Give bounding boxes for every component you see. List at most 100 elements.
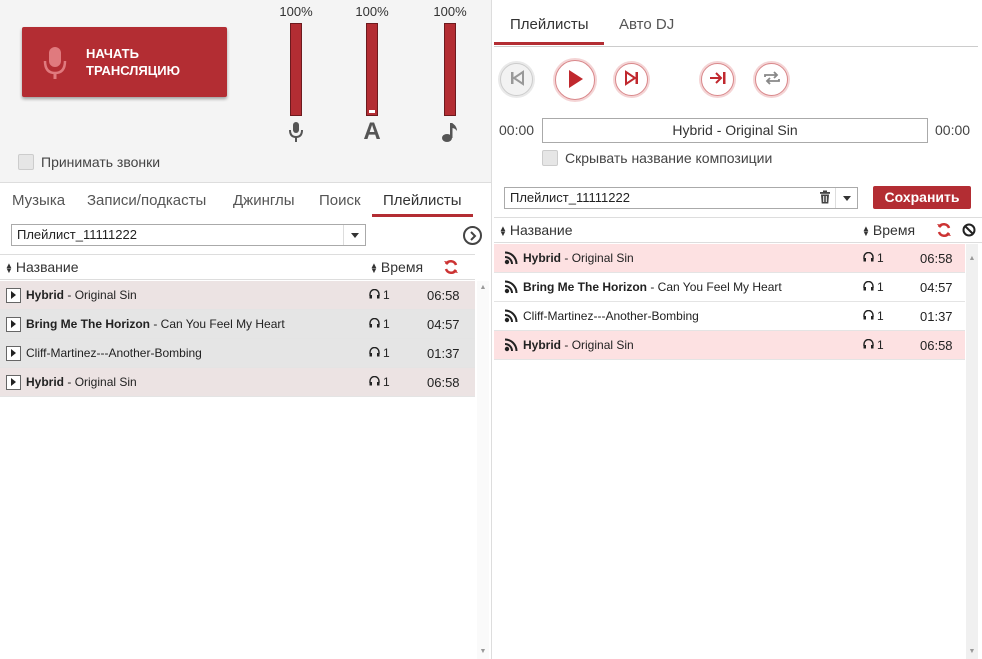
scroll-up-icon[interactable]: ▲ xyxy=(966,252,978,264)
track-title: Cliff-Martinez---Another-Bombing xyxy=(26,346,202,360)
meter-bar[interactable] xyxy=(444,23,456,116)
name-column-header[interactable]: ▲ ▼ Название xyxy=(5,259,78,275)
table-row[interactable]: Bring Me The Horizon - Can You Feel My H… xyxy=(494,273,965,302)
right-playlist-select[interactable]: Плейлист_11111222 xyxy=(504,187,858,209)
meter-percent: 100% xyxy=(355,4,389,19)
left-playlist-select[interactable]: Плейлист_11111222 xyxy=(11,224,366,246)
table-row[interactable]: Bring Me The Horizon - Can You Feel My H… xyxy=(0,310,475,339)
left-scrollbar[interactable]: ▲ ▼ xyxy=(477,281,489,659)
play-icon[interactable] xyxy=(6,345,21,361)
name-column-header[interactable]: ▲ ▼ Название xyxy=(499,222,572,238)
listens-count: 1 xyxy=(863,309,884,323)
tab-search[interactable]: Поиск xyxy=(319,192,361,209)
tab-music[interactable]: Музыка xyxy=(12,192,65,209)
microphone-icon xyxy=(42,45,68,84)
accept-calls-checkbox[interactable]: Принимать звонки xyxy=(18,154,160,170)
table-row[interactable]: Hybrid - Original Sin 1 06:58 xyxy=(0,368,475,397)
track-title: Hybrid - Original Sin xyxy=(26,288,137,302)
track-duration: 06:58 xyxy=(427,374,460,390)
volume-meter-microphone[interactable]: 100% xyxy=(271,4,321,144)
skip-next-icon xyxy=(624,70,640,89)
track-title: Hybrid - Original Sin xyxy=(523,251,634,265)
tab-auto-dj[interactable]: Авто DJ xyxy=(619,16,674,33)
refresh-icon[interactable] xyxy=(936,222,952,241)
clear-playlist-icon[interactable] xyxy=(962,223,976,240)
repeat-button[interactable] xyxy=(755,63,788,96)
tab-playlists[interactable]: Плейлисты xyxy=(383,192,462,209)
tab-jingles[interactable]: Джинглы xyxy=(233,192,295,209)
meter-bar[interactable] xyxy=(290,23,302,116)
right-scrollbar[interactable]: ▲ ▼ xyxy=(966,244,978,659)
listens-count: 1 xyxy=(863,338,884,352)
selected-playlist: Плейлист_11111222 xyxy=(510,190,630,205)
track-duration: 04:57 xyxy=(427,316,460,332)
play-button[interactable] xyxy=(555,60,595,100)
listens-count: 1 xyxy=(369,346,390,360)
volume-meter-auto[interactable]: 100% A xyxy=(347,4,397,145)
now-playing-title: Hybrid - Original Sin xyxy=(542,118,928,143)
table-row[interactable]: Cliff-Martinez---Another-Bombing 1 01:37 xyxy=(0,339,475,368)
track-duration: 04:57 xyxy=(920,279,953,295)
play-icon[interactable] xyxy=(6,287,21,303)
track-title: Bring Me The Horizon - Can You Feel My H… xyxy=(26,317,285,331)
track-duration: 06:58 xyxy=(427,287,460,303)
track-duration: 01:37 xyxy=(427,345,460,361)
listens-count: 1 xyxy=(369,375,390,389)
chevron-down-icon[interactable] xyxy=(343,225,365,245)
next-button[interactable] xyxy=(615,63,648,96)
headphones-icon xyxy=(863,280,874,294)
table-row[interactable]: Hybrid - Original Sin 1 06:58 xyxy=(494,331,965,360)
hide-title-checkbox[interactable]: Скрывать название композиции xyxy=(542,150,772,166)
headphones-icon xyxy=(369,317,380,331)
volume-meter-music[interactable]: 100% xyxy=(425,4,475,144)
scroll-down-icon[interactable]: ▼ xyxy=(477,645,489,657)
meter-percent: 100% xyxy=(433,4,467,19)
broadcast-icon xyxy=(504,338,518,352)
listens-count: 1 xyxy=(369,317,390,331)
fade-next-button[interactable] xyxy=(701,63,734,96)
time-elapsed: 00:00 xyxy=(499,122,535,138)
headphones-icon xyxy=(863,338,874,352)
checkbox[interactable] xyxy=(542,150,558,166)
broadcast-icon xyxy=(504,251,518,265)
table-row[interactable]: Hybrid - Original Sin 1 06:58 xyxy=(0,281,475,310)
time-column-header[interactable]: ▲ ▼ Время xyxy=(370,259,423,275)
next-arrow-icon[interactable] xyxy=(463,226,482,245)
tab-recordings[interactable]: Записи/подкасты xyxy=(87,192,206,209)
headphones-icon xyxy=(369,288,380,302)
headphones-icon xyxy=(863,251,874,265)
table-row[interactable]: Cliff-Martinez---Another-Bombing 1 01:37 xyxy=(494,302,965,331)
trash-icon[interactable] xyxy=(819,190,831,207)
skip-previous-icon xyxy=(509,70,525,89)
headphones-icon xyxy=(369,346,380,360)
library-tabs: Музыка Записи/подкасты Джинглы Поиск Пле… xyxy=(0,182,492,218)
headphones-icon xyxy=(369,375,380,389)
active-tab-indicator xyxy=(494,42,604,45)
play-icon[interactable] xyxy=(6,374,21,390)
selected-playlist: Плейлист_11111222 xyxy=(17,227,137,242)
tab-playlists-right[interactable]: Плейлисты xyxy=(510,16,589,33)
sort-icon: ▲ ▼ xyxy=(370,261,378,276)
save-button[interactable]: Сохранить xyxy=(873,186,971,209)
listens-count: 1 xyxy=(863,251,884,265)
chevron-down-icon[interactable] xyxy=(835,188,857,208)
refresh-icon[interactable] xyxy=(443,259,459,278)
track-duration: 06:58 xyxy=(920,337,953,353)
start-broadcast-button[interactable]: Начать трансляцию xyxy=(22,27,227,97)
table-row[interactable]: Hybrid - Original Sin 1 06:58 xyxy=(494,244,965,273)
time-column-header[interactable]: ▲ ▼ Время xyxy=(862,222,915,238)
left-list-header: ▲ ▼ Название ▲ ▼ Время xyxy=(0,254,475,280)
microphone-icon xyxy=(271,120,321,144)
checkbox[interactable] xyxy=(18,154,34,170)
scroll-down-icon[interactable]: ▼ xyxy=(966,645,978,657)
play-icon[interactable] xyxy=(6,316,21,332)
scroll-up-icon[interactable]: ▲ xyxy=(477,281,489,293)
player-tabs: Плейлисты Авто DJ xyxy=(494,0,978,47)
start-broadcast-label: Начать трансляцию xyxy=(86,46,181,78)
arrow-to-end-icon xyxy=(709,70,727,89)
previous-button[interactable] xyxy=(500,63,533,96)
meter-bar[interactable] xyxy=(366,23,378,116)
track-title: Cliff-Martinez---Another-Bombing xyxy=(523,309,699,323)
active-tab-indicator xyxy=(372,214,473,217)
hide-title-label: Скрывать название композиции xyxy=(565,150,773,166)
